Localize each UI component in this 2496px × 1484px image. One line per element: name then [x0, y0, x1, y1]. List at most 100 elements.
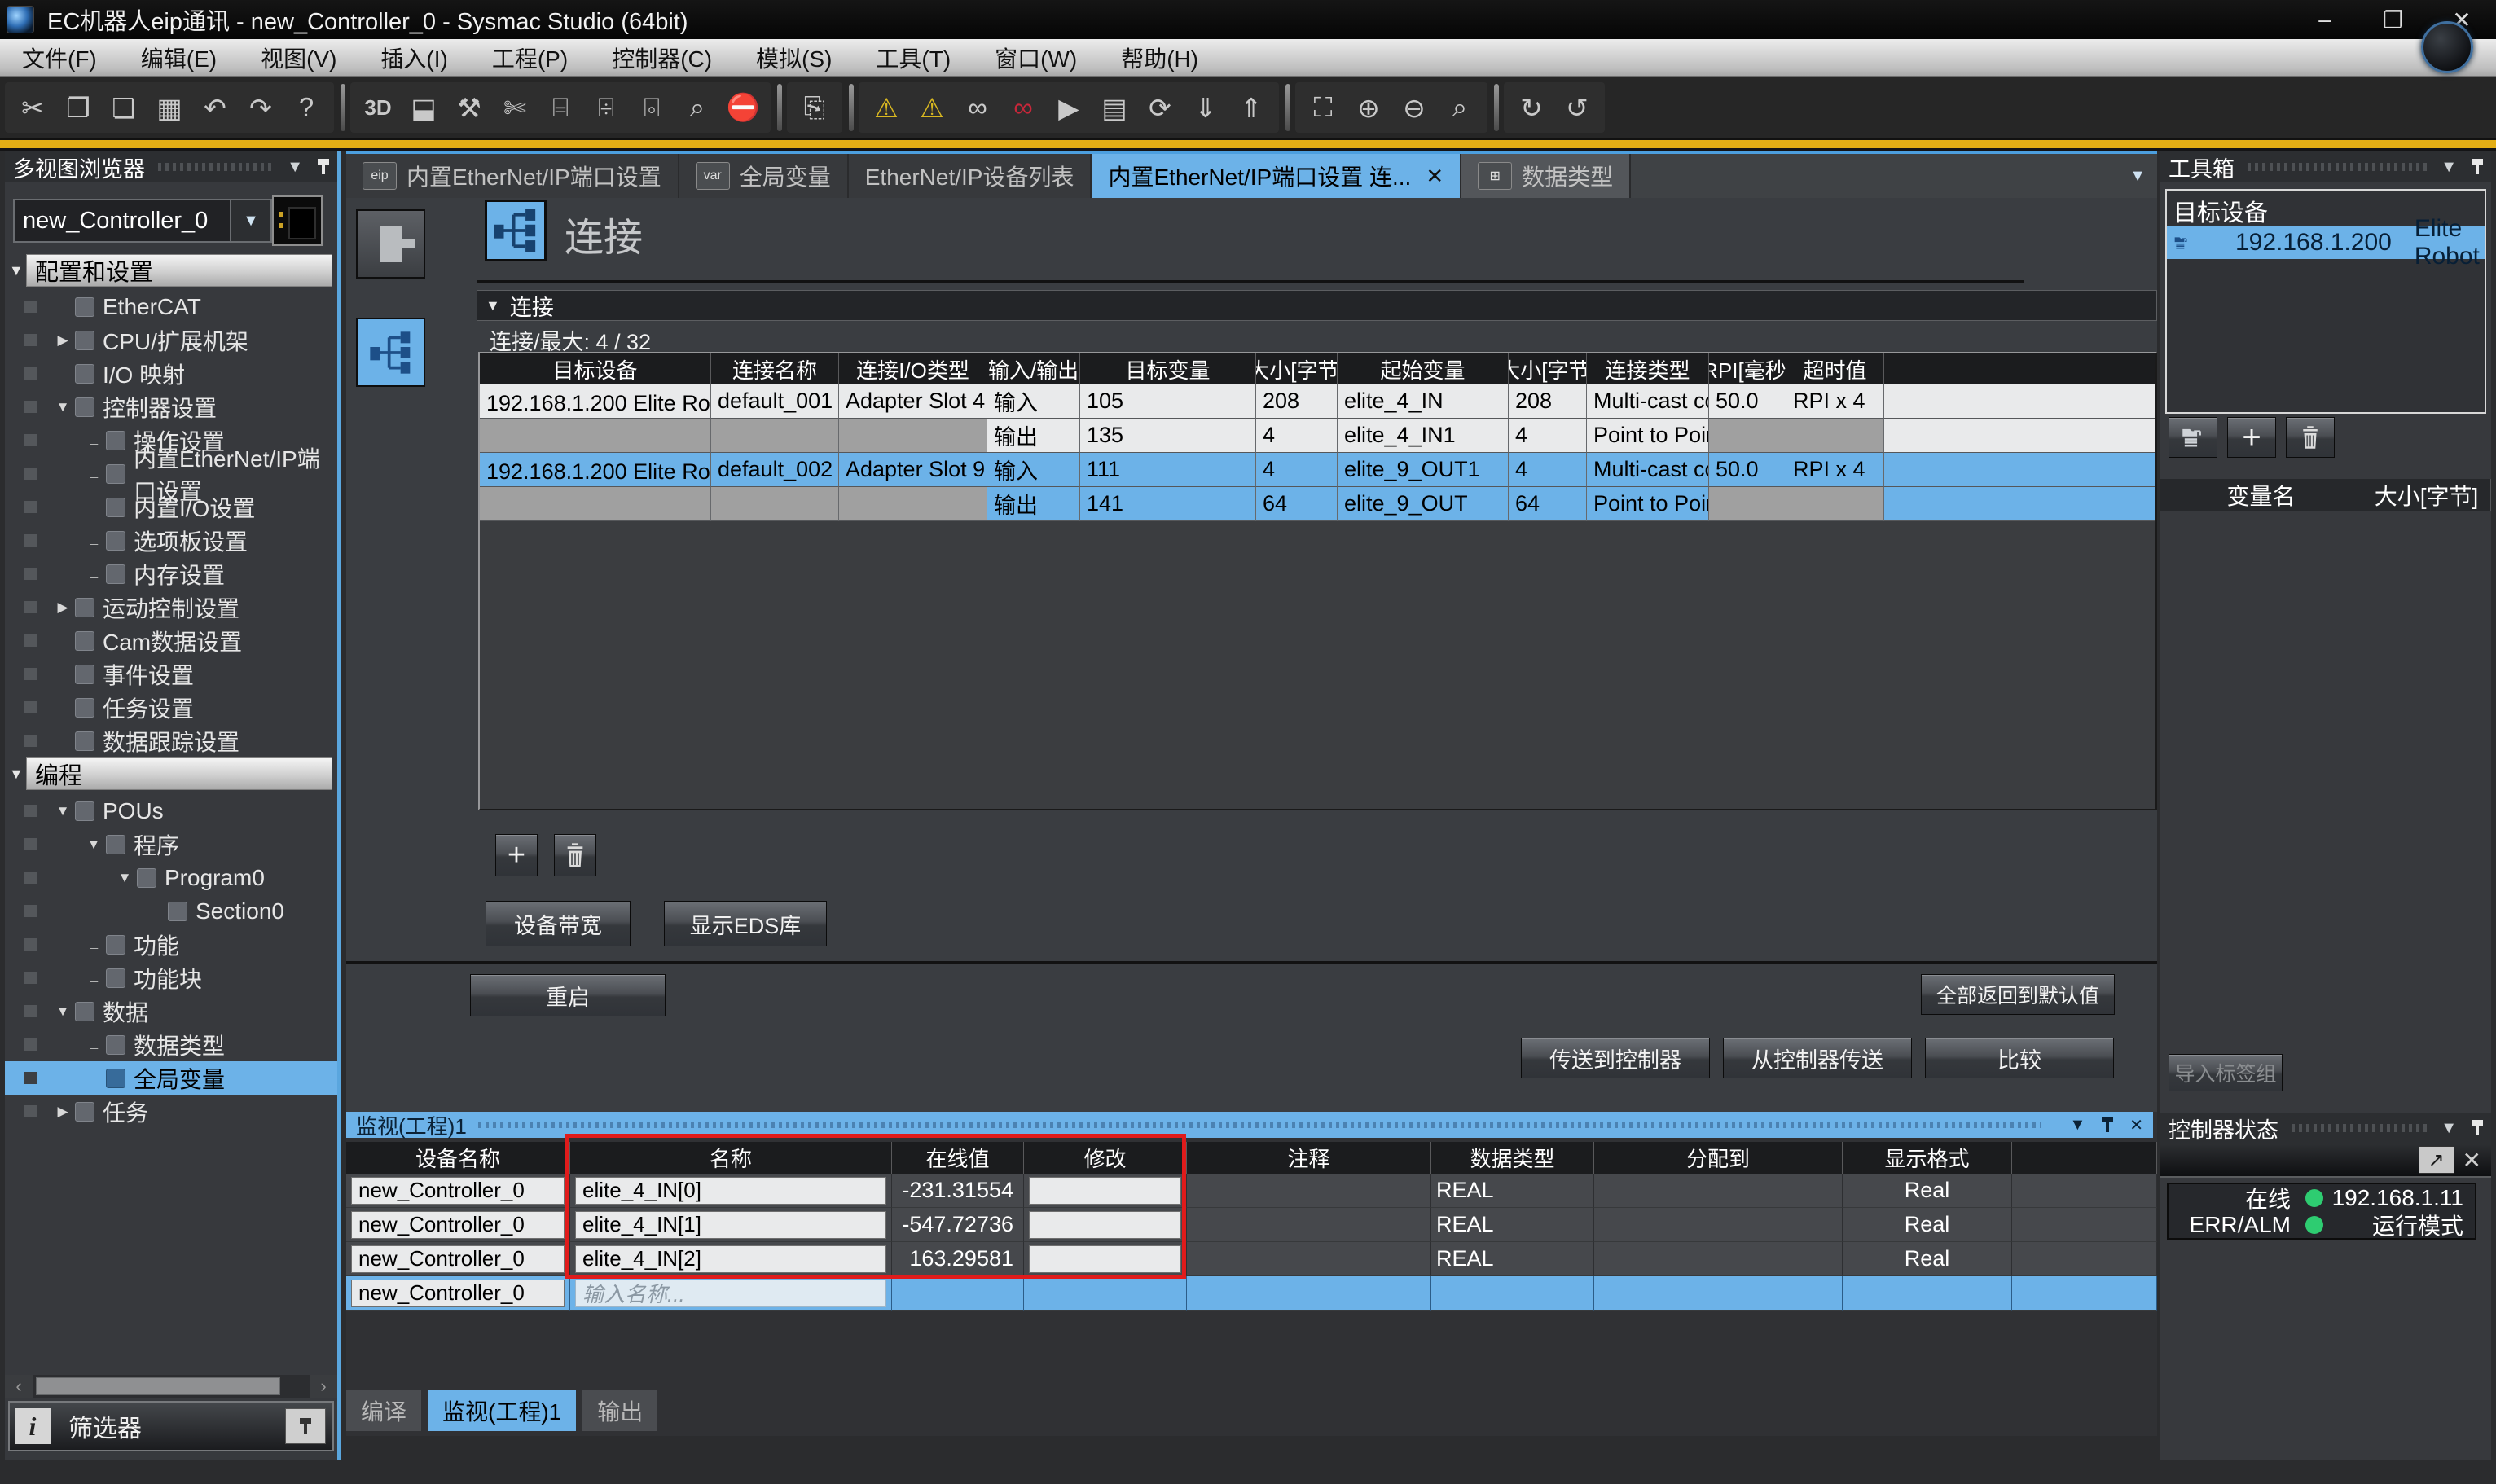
col-origin-variable[interactable]: 起始变量: [1338, 353, 1509, 384]
register-tag-set-button[interactable]: [2169, 417, 2217, 458]
drag-handle[interactable]: [478, 1122, 2042, 1128]
troubleshoot-icon[interactable]: ⛔: [720, 85, 766, 130]
comment-cell[interactable]: [1187, 1208, 1431, 1242]
cell-direction[interactable]: 输入: [987, 384, 1080, 419]
scrollbar-thumb[interactable]: [36, 1377, 280, 1395]
pin-icon[interactable]: [2472, 1118, 2483, 1138]
rotate-right-icon[interactable]: ↻: [1509, 85, 1554, 130]
compare-button[interactable]: 比较: [1925, 1038, 2114, 1078]
sidebar-item-global-variables[interactable]: ∟全局变量: [5, 1061, 337, 1095]
pin-icon[interactable]: [2102, 1115, 2113, 1135]
offline-edit-icon[interactable]: ⎘: [792, 85, 837, 130]
controller-select[interactable]: new_Controller_0 ▼: [13, 199, 272, 243]
check-program-icon[interactable]: ∞: [955, 85, 1000, 130]
import-tag-set-button[interactable]: 导入标签组: [2169, 1054, 2283, 1091]
drag-handle[interactable]: [2292, 1124, 2428, 1132]
multifunction-tool-icon[interactable]: ⚒: [446, 85, 492, 130]
comment-cell[interactable]: [1187, 1242, 1431, 1276]
tab-ethernet-ip-device-list[interactable]: EtherNet/IP设备列表: [849, 154, 1092, 198]
chevron-down-icon[interactable]: ▼: [2069, 1116, 2085, 1135]
tab-output[interactable]: 输出: [582, 1390, 657, 1431]
collapse-arrow-icon[interactable]: ▼: [9, 262, 24, 279]
sidebar-item-data-trace[interactable]: 数据跟踪设置: [5, 724, 337, 757]
cell-direction[interactable]: 输入: [987, 453, 1080, 487]
sidebar-item-pous[interactable]: ▼POUs: [5, 794, 337, 828]
cell-timeout[interactable]: RPI x 4: [1786, 384, 1884, 419]
drag-handle[interactable]: [2248, 163, 2428, 171]
cell-size2[interactable]: 64: [1509, 487, 1587, 521]
col-rpi[interactable]: RPI[毫秒]: [1709, 353, 1786, 384]
target-device-item[interactable]: 192.168.1.200 Elite Robot: [2167, 226, 2485, 259]
chevron-down-icon[interactable]: ▼: [2441, 1119, 2457, 1138]
sidebar-item-task-settings[interactable]: 任务设置: [5, 691, 337, 724]
zoom-100-icon[interactable]: ⌕: [1437, 85, 1483, 130]
window-layout-icon[interactable]: ⬓: [401, 85, 446, 130]
display-format-cell[interactable]: Real: [1843, 1208, 2012, 1242]
transfer-from-controller-button[interactable]: 从控制器传送: [1723, 1038, 1912, 1078]
menu-window[interactable]: 窗口(W): [973, 39, 1099, 76]
menu-file[interactable]: 文件(F): [0, 39, 119, 76]
chevron-down-icon[interactable]: ▼: [2441, 158, 2457, 177]
cell-target-variable[interactable]: 105: [1080, 384, 1256, 419]
cell-size2[interactable]: 4: [1509, 419, 1587, 453]
io-map-icon[interactable]: ⌻: [629, 85, 675, 130]
tab-global-variables[interactable]: var 全局变量: [679, 154, 849, 198]
cell-timeout[interactable]: RPI x 4: [1786, 453, 1884, 487]
device-name-field[interactable]: new_Controller_0: [351, 1177, 565, 1205]
help-search-icon[interactable]: ?: [283, 85, 329, 130]
transfer-to-controller-button[interactable]: 传送到控制器: [1521, 1038, 1710, 1078]
step-execution-icon[interactable]: ▶: [1046, 85, 1092, 130]
redo-icon[interactable]: ↷: [238, 85, 283, 130]
build-icon[interactable]: ⚠: [863, 85, 909, 130]
device-name-field[interactable]: new_Controller_0: [351, 1245, 565, 1273]
check-all-programs-icon[interactable]: ∞: [1000, 85, 1046, 130]
cell-direction[interactable]: 输出: [987, 419, 1080, 453]
col-io-type[interactable]: 连接I/O类型: [839, 353, 987, 384]
minimize-button[interactable]: –: [2291, 1, 2359, 38]
cross-reference-icon[interactable]: ⌹: [583, 85, 629, 130]
cell-connection-type[interactable]: Multi-cast connection: [1587, 453, 1709, 487]
new-variable-input[interactable]: 输入名称...: [575, 1280, 886, 1307]
paste-icon[interactable]: ❏: [101, 85, 147, 130]
delete-device-button[interactable]: [2286, 417, 2335, 458]
sidebar-item-motion-control[interactable]: ▶运动控制设置: [5, 591, 337, 624]
sidebar-item-io-map[interactable]: I/O 映射: [5, 357, 337, 390]
cell-target-device[interactable]: 192.168.1.200 Elite Robot 机器人: [480, 384, 711, 419]
cell-rpi[interactable]: 50.0: [1709, 453, 1786, 487]
expander[interactable]: ▼: [51, 803, 75, 819]
cell-io-type[interactable]: Adapter Slot 9: [839, 453, 987, 487]
sidebar-item-event-settings[interactable]: 事件设置: [5, 657, 337, 691]
tab-builtin-ethernet-ip-settings[interactable]: eip 内置EtherNet/IP端口设置: [346, 154, 679, 198]
col-size1[interactable]: 大小[字节]: [1256, 353, 1338, 384]
cell-connection-type[interactable]: Point to Point connection: [1587, 487, 1709, 521]
menu-insert[interactable]: 插入(I): [358, 39, 469, 76]
col-variable-name[interactable]: 变量名: [2160, 479, 2362, 511]
expander[interactable]: ▼: [51, 1003, 75, 1020]
tab-builtin-ethernet-ip-connection[interactable]: 内置EtherNet/IP端口设置 连... ✕: [1092, 154, 1461, 198]
rebuild-icon[interactable]: ⚠: [909, 85, 955, 130]
restore-defaults-button[interactable]: 全部返回到默认值: [1921, 974, 2115, 1015]
cell-origin-variable[interactable]: elite_4_IN1: [1338, 419, 1509, 453]
expander[interactable]: ▼: [51, 399, 75, 415]
trim-icon[interactable]: ✄: [492, 85, 538, 130]
col-size-bytes[interactable]: 大小[字节]: [2362, 479, 2491, 511]
cell-io-type[interactable]: Adapter Slot 4: [839, 384, 987, 419]
sidebar-item-ethercat[interactable]: EtherCAT: [5, 290, 337, 323]
cell-size1[interactable]: 4: [1256, 419, 1338, 453]
connection-row-selected[interactable]: 192.168.1.200 Elite Robot 机器人 default_00…: [480, 453, 2155, 487]
col-target-device[interactable]: 目标设备: [480, 353, 711, 384]
device-bandwidth-button[interactable]: 设备带宽: [486, 901, 631, 946]
download-to-controller-icon[interactable]: ⇓: [1183, 85, 1228, 130]
cell-connection-type[interactable]: Multi-cast connection: [1587, 384, 1709, 419]
expand-icon[interactable]: ↗: [2419, 1146, 2454, 1174]
connection-row[interactable]: 输出 135 4 elite_4_IN1 4 Point to Point co…: [480, 419, 2155, 453]
delete-connection-button[interactable]: [554, 834, 596, 876]
cell-size1[interactable]: 4: [1256, 453, 1338, 487]
scrollbar-track[interactable]: [33, 1375, 310, 1398]
sidebar-item-builtin-ethernet-ip[interactable]: ∟内置EtherNet/IP端口设置: [5, 457, 337, 490]
comment-cell[interactable]: [1187, 1174, 1431, 1208]
scroll-left-icon[interactable]: ‹: [5, 1375, 33, 1398]
sidebar-horizontal-scrollbar[interactable]: ‹ ›: [5, 1375, 337, 1398]
col-input-output[interactable]: 输入/输出: [987, 353, 1080, 384]
expander[interactable]: ▶: [51, 332, 75, 349]
